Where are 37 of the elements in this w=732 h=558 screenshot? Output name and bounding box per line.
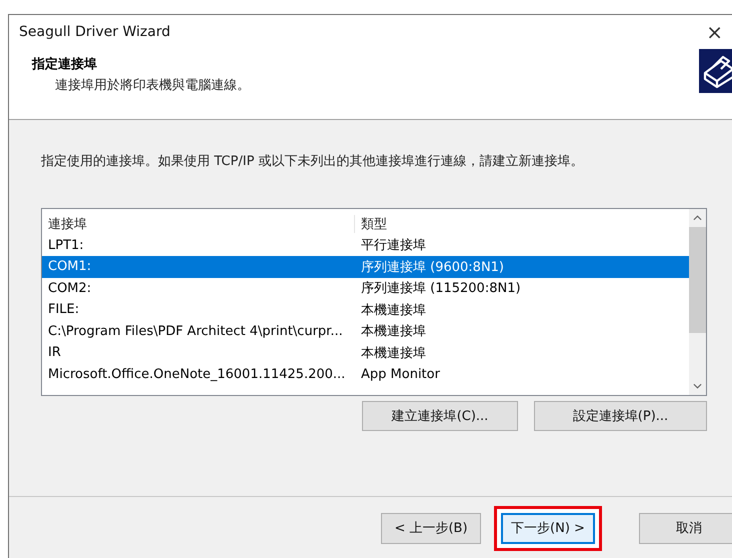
port-button[interactable]: 建立連接埠(C)... — [362, 401, 518, 431]
page-subtitle: 連接埠用於將印表機與電腦連線。 — [54, 77, 250, 94]
port-row[interactable]: Microsoft.Office.OneNote_16001.11425.200... App Monitor — [42, 364, 689, 385]
port-cell-text: FILE: — [47, 302, 80, 318]
wizard-button[interactable]: 取消 — [639, 512, 732, 544]
port-row[interactable]: C:\Program Files\PDF Architect 4\print\curpr... 本機連接埠 — [42, 320, 689, 342]
port-cell-text: COM2: — [47, 280, 92, 296]
port-row[interactable]: COM2: 序列連接埠 (115200:8N1) — [42, 278, 689, 299]
wizard-button[interactable]: < 上一步(B) — [381, 512, 481, 544]
page-heading: 指定連接埠 — [32, 56, 98, 73]
column-header[interactable]: 類型 — [355, 214, 387, 233]
type-cell-text: 序列連接埠 (115200:8N1) — [360, 280, 521, 298]
port-row[interactable]: FILE: 本機連接埠 — [42, 299, 689, 320]
type-cell-text: 本機連接埠 — [360, 344, 426, 362]
scrollbar[interactable] — [689, 209, 706, 395]
type-cell-text: 本機連接埠 — [360, 323, 426, 340]
type-cell-text: 平行連接埠 — [360, 237, 426, 254]
port-cell-text: C:\Program Files\PDF Architect 4\print\curpr... — [47, 324, 344, 339]
port-cell-text: LPT1: — [47, 238, 85, 253]
port-cell-text: COM1: — [47, 259, 92, 274]
column-header[interactable]: 連接埠 — [42, 214, 355, 233]
close-button[interactable]: × — [692, 20, 732, 44]
type-cell-text: App Monitor — [360, 366, 440, 382]
wizard-button[interactable]: 下一步(N) > — [501, 512, 595, 544]
scroll-thumb[interactable] — [689, 227, 706, 333]
port-row[interactable]: COM1: 序列連接埠 (9600:8N1) — [42, 256, 689, 278]
scroll-up-icon[interactable] — [693, 215, 702, 221]
port-button[interactable]: 設定連接埠(P)... — [534, 401, 707, 431]
scroll-down-icon[interactable] — [693, 383, 702, 389]
type-cell-text: 本機連接埠 — [360, 302, 426, 319]
port-row[interactable]: IR 本機連接埠 — [42, 342, 689, 364]
port-cell-text: Microsoft.Office.OneNote_16001.11425.200... — [47, 366, 346, 382]
type-cell-text: 序列連接埠 (9600:8N1) — [360, 258, 504, 276]
port-cell-text: IR — [47, 345, 62, 360]
instruction-text: 指定使用的連接埠。如果使用 TCP/IP 或以下未列出的其他連接埠進行連線，請建立新連接埠。 — [41, 153, 584, 170]
window-title: Seagull Driver Wizard — [19, 24, 170, 40]
port-row[interactable]: LPT1: 平行連接埠 — [42, 234, 689, 256]
